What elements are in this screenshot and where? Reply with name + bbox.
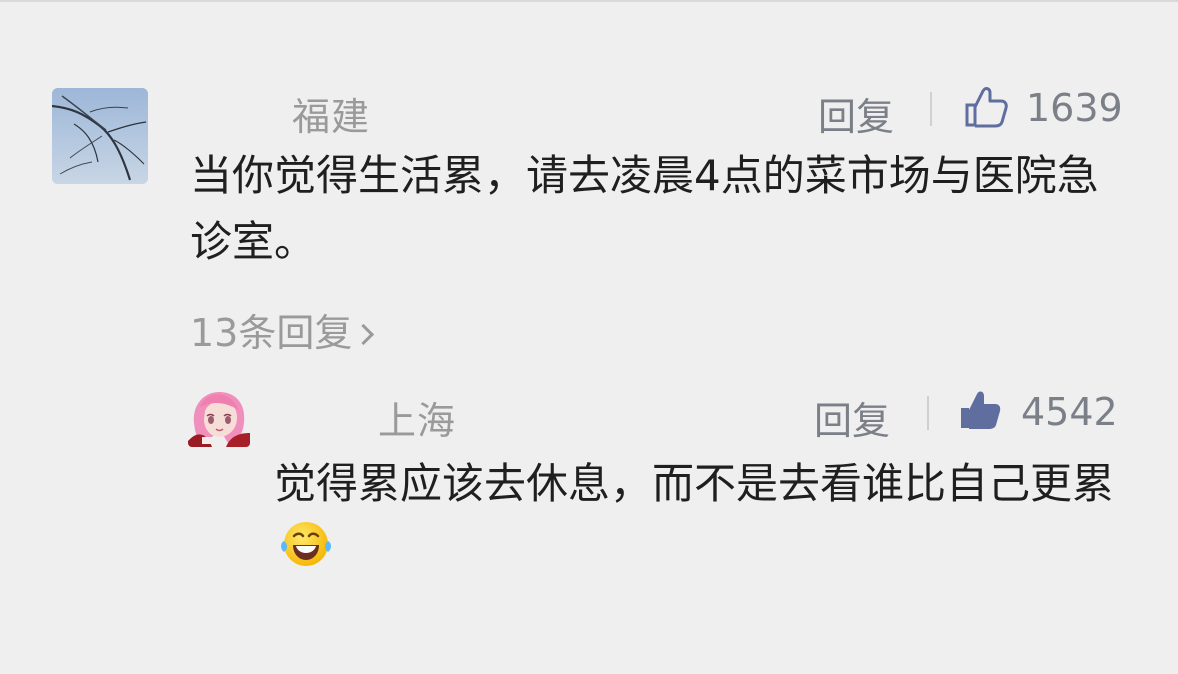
- view-replies-link[interactable]: 13条回复: [190, 302, 375, 357]
- laughing-tears-emoji-svg: [281, 522, 331, 566]
- main-avatar[interactable]: [52, 88, 148, 184]
- thumb-up-outline-icon[interactable]: [963, 85, 1009, 129]
- thumb-up-filled-svg: [961, 391, 1001, 429]
- reply-count-label: 13条回复: [190, 311, 353, 355]
- main-comment-text: 当你觉得生活累，请去凌晨4点的菜市场与医院急诊室。: [190, 151, 1099, 266]
- main-reply-button[interactable]: 回复: [818, 86, 894, 141]
- reply-avatar[interactable]: [188, 385, 250, 447]
- reply-comment-text: 觉得累应该去休息，而不是去看谁比自己更累: [274, 451, 1134, 583]
- reply-reply-button[interactable]: 回复: [814, 390, 890, 445]
- chevron-right-icon: [353, 323, 375, 346]
- anime-girl-avatar-icon: [188, 385, 250, 447]
- main-author-name[interactable]: 福建: [292, 86, 370, 141]
- main-like-count: 1639: [1026, 86, 1123, 130]
- laughing-tears-emoji: [278, 518, 334, 574]
- top-divider: [0, 0, 1178, 2]
- reply-action-divider: [927, 396, 929, 430]
- thumb-up-filled-icon[interactable]: [957, 388, 1003, 432]
- main-action-divider: [930, 92, 932, 126]
- tree-branch-avatar-icon: [52, 88, 148, 184]
- reply-like-count: 4542: [1021, 390, 1118, 434]
- reply-author-name[interactable]: 上海: [378, 390, 456, 445]
- thumb-up-outline-svg: [965, 87, 1008, 128]
- reply-text-body: 觉得累应该去休息，而不是去看谁比自己更累: [274, 459, 1115, 508]
